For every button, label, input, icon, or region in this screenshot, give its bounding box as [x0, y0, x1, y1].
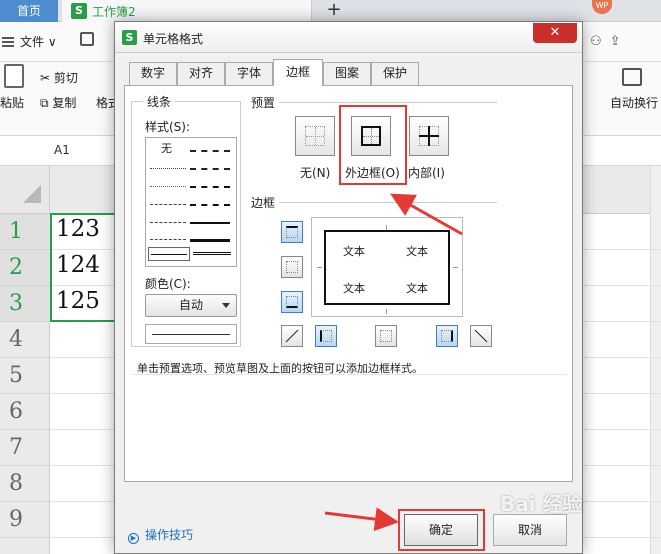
- watermark: Bai 经验: [500, 492, 583, 516]
- tab-border[interactable]: 边框: [273, 59, 323, 86]
- annotation-arrow: [390, 193, 463, 236]
- annotation-arrow: [324, 507, 399, 532]
- annotation-arrows: [324, 193, 463, 532]
